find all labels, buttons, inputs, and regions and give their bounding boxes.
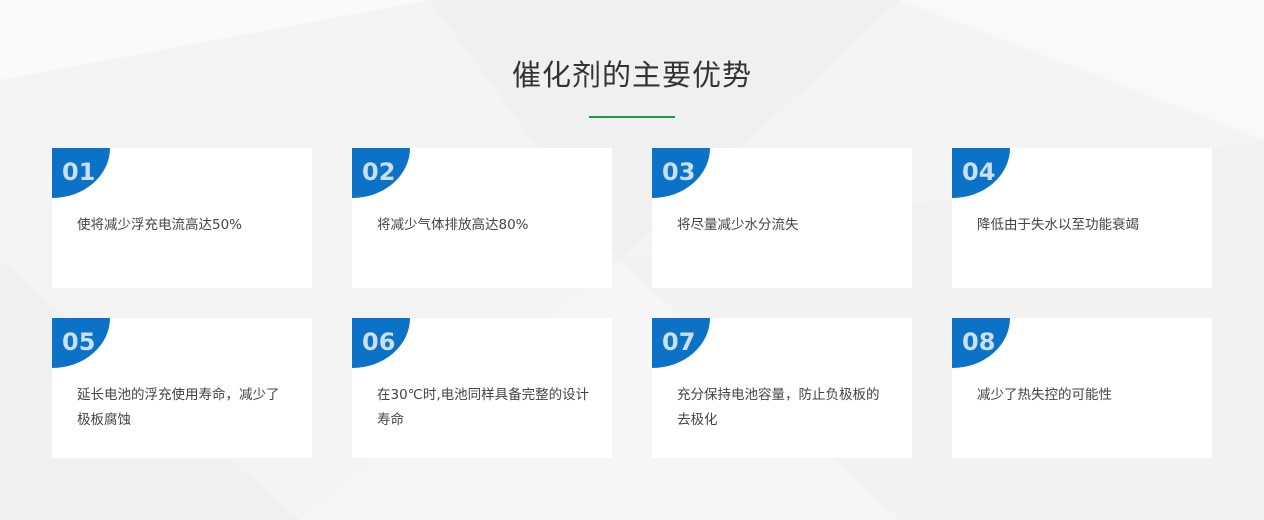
card-text: 充分保持电池容量，防止负极板的去极化 (677, 387, 880, 428)
advantage-card-08: 08 减少了热失控的可能性 (952, 318, 1212, 458)
card-text: 将减少气体排放高达80% (377, 217, 529, 233)
card-text: 使将减少浮充电流高达50% (77, 217, 243, 233)
title-underline (589, 116, 675, 118)
card-number: 02 (362, 158, 396, 186)
card-text: 延长电池的浮充使用寿命，减少了极板腐蚀 (77, 387, 280, 428)
card-number: 04 (962, 158, 996, 186)
card-text: 降低由于失水以至功能衰竭 (977, 217, 1139, 233)
card-number: 01 (62, 158, 96, 186)
advantage-card-01: 01 使将减少浮充电流高达50% (52, 148, 312, 288)
advantages-grid: 01 使将减少浮充电流高达50% 02 将减少气体排放高达80% 03 将尽量减… (52, 148, 1212, 458)
card-number: 06 (362, 328, 396, 356)
section-title: 催化剂的主要优势 (511, 58, 752, 92)
card-number: 05 (62, 328, 96, 356)
card-text: 将尽量减少水分流失 (677, 217, 799, 233)
advantage-card-05: 05 延长电池的浮充使用寿命，减少了极板腐蚀 (52, 318, 312, 458)
advantage-card-04: 04 降低由于失水以至功能衰竭 (952, 148, 1212, 288)
card-number: 08 (962, 328, 996, 356)
card-number: 07 (662, 328, 696, 356)
advantage-card-06: 06 在30℃时,电池同样具备完整的设计寿命 (352, 318, 612, 458)
advantage-card-02: 02 将减少气体排放高达80% (352, 148, 612, 288)
card-text: 减少了热失控的可能性 (977, 387, 1112, 403)
card-number: 03 (662, 158, 696, 186)
advantage-card-03: 03 将尽量减少水分流失 (652, 148, 912, 288)
card-text: 在30℃时,电池同样具备完整的设计寿命 (377, 387, 590, 428)
advantage-card-07: 07 充分保持电池容量，防止负极板的去极化 (652, 318, 912, 458)
